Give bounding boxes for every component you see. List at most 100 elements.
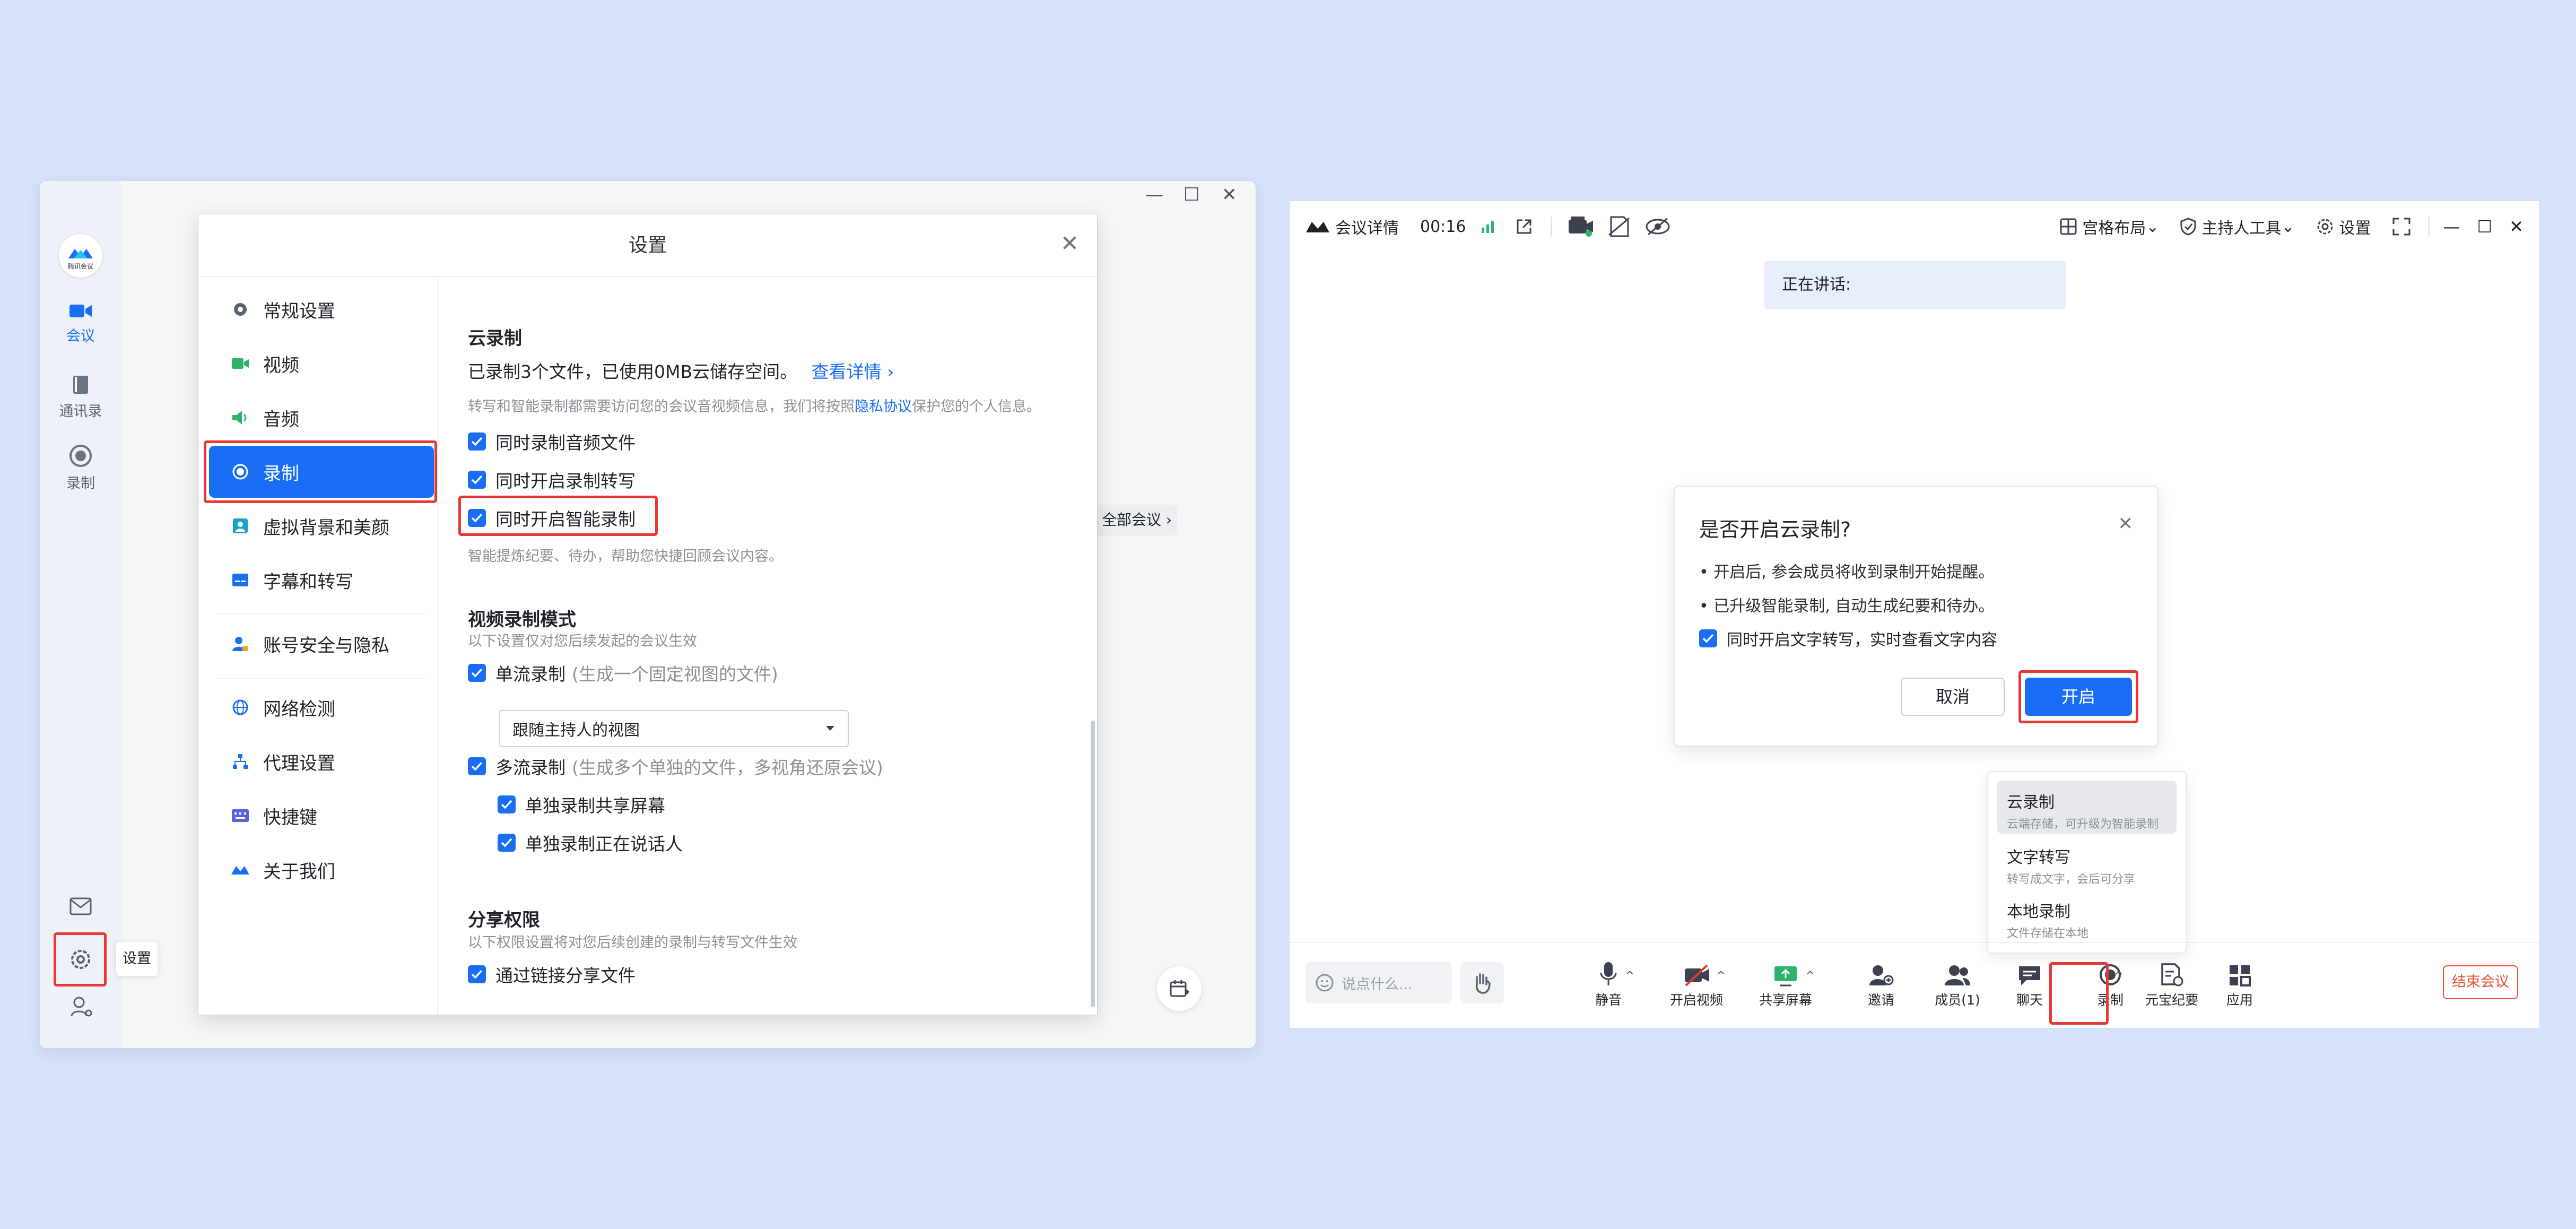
- checkbox-label: 单独录制正在说话人: [525, 834, 683, 854]
- menu-sub: 云端存储，可升级为智能录制: [2007, 818, 2159, 831]
- rail-label: 录制: [66, 475, 95, 492]
- menu-sub: 转写成文字，会后可分享: [2007, 873, 2136, 886]
- privacy-link[interactable]: 隐私协议: [855, 399, 912, 415]
- close-window-button[interactable]: ✕: [1222, 184, 1237, 205]
- invite-button[interactable]: 邀请: [1852, 960, 1910, 1009]
- user-gear-icon[interactable]: [69, 995, 93, 1018]
- tool-label: 共享屏幕: [1759, 992, 1812, 1008]
- nav-label: 虚拟背景和美颜: [263, 517, 389, 539]
- multi-stream-checkbox[interactable]: 多流录制 (生成多个单独的文件，多视角还原会议): [468, 754, 883, 779]
- fullscreen-icon[interactable]: [2392, 218, 2410, 236]
- chat-button[interactable]: 聊天: [2000, 960, 2059, 1009]
- start-video-button[interactable]: 开启视频: [1657, 960, 1736, 1009]
- settings-title: 设置: [628, 235, 667, 256]
- nav-label: 音频: [263, 409, 299, 430]
- notes-icon: [2132, 960, 2212, 986]
- record-speaker-checkbox[interactable]: 单独录制正在说话人: [498, 830, 683, 855]
- video-options-caret[interactable]: ^: [1716, 970, 1726, 983]
- meeting-settings-button[interactable]: 设置: [2316, 215, 2371, 238]
- signal-icon: [1481, 219, 1495, 234]
- checkbox-label: 单独录制共享屏幕: [525, 795, 665, 816]
- nav-shortcuts[interactable]: 快捷键: [209, 790, 434, 842]
- view-select-value: 跟随主持人的视图: [512, 721, 640, 740]
- rail-item-recordings[interactable]: 录制: [40, 444, 121, 492]
- record-options-caret[interactable]: ^: [2114, 970, 2124, 983]
- close-window-button[interactable]: ✕: [2509, 217, 2523, 237]
- transcript-off-icon[interactable]: [1608, 216, 1631, 237]
- menu-transcription[interactable]: 文字转写 转写成文字，会后可分享: [1997, 836, 2177, 889]
- notes-button[interactable]: 元宝纪要: [2132, 960, 2212, 1009]
- close-icon[interactable]: ✕: [2118, 513, 2134, 534]
- nav-network-check[interactable]: 网络检测: [209, 681, 434, 733]
- record-icon: [2081, 960, 2139, 986]
- meeting-details-button[interactable]: 会议详情: [1335, 215, 1399, 238]
- record-icon: [69, 444, 92, 468]
- members-icon: [1923, 960, 1992, 986]
- share-options-caret[interactable]: ^: [1805, 970, 1815, 983]
- nav-subtitles[interactable]: 字幕和转写: [209, 554, 434, 606]
- record-audio-checkbox[interactable]: 同时录制音频文件: [468, 429, 636, 454]
- eye-off-icon[interactable]: [1645, 217, 1670, 236]
- transcript-checkbox[interactable]: 同时开启文字转写，实时查看文字内容: [1699, 627, 1997, 650]
- checkbox-label: 通过链接分享文件: [495, 965, 636, 986]
- recording-status-icon[interactable]: [1568, 215, 1594, 238]
- nav-label: 账号安全与隐私: [263, 635, 389, 656]
- menu-cloud-recording[interactable]: 云录制 云端存储，可升级为智能录制: [1997, 781, 2177, 834]
- rail-item-contacts[interactable]: 通讯录: [40, 374, 121, 420]
- view-select[interactable]: 跟随主持人的视图: [499, 710, 849, 747]
- cloud-usage-text: 已录制3个文件，已使用0MB云储存空间。: [468, 361, 798, 382]
- confirm-start-button[interactable]: 开启: [2025, 678, 2132, 716]
- rail-item-meetings[interactable]: 会议: [40, 302, 121, 345]
- menu-local-recording[interactable]: 本地录制 文件存储在本地: [1997, 890, 2177, 943]
- settings-rail-button[interactable]: [68, 947, 93, 972]
- host-tools-button[interactable]: 主持人工具 ⌄: [2180, 215, 2295, 238]
- nav-recording[interactable]: 录制: [209, 446, 434, 498]
- nav-video[interactable]: 视频: [209, 337, 434, 390]
- minimize-button[interactable]: —: [1145, 184, 1163, 205]
- scrollbar[interactable]: [1091, 721, 1095, 1007]
- rail-label: 通讯录: [59, 403, 102, 420]
- view-details-link[interactable]: 查看详情 ›: [812, 361, 894, 382]
- close-icon[interactable]: ✕: [1060, 230, 1079, 256]
- grid-layout-button[interactable]: 宫格布局 ⌄: [2060, 215, 2159, 238]
- mute-button[interactable]: 静音: [1579, 960, 1638, 1009]
- maximize-button[interactable]: ☐: [2477, 217, 2493, 237]
- mail-icon[interactable]: [69, 897, 92, 915]
- members-button[interactable]: 成员(1): [1923, 960, 1992, 1009]
- nav-virtual-background[interactable]: 虚拟背景和美颜: [209, 500, 434, 552]
- cloud-recording-dialog: 是否开启云录制? ✕ • 开启后, 参会成员将收到录制开始提醒。 • 已升级智能…: [1674, 486, 2159, 747]
- chat-input[interactable]: 说点什么...: [1306, 962, 1452, 1003]
- mute-options-caret[interactable]: ^: [1625, 970, 1634, 983]
- end-meeting-button[interactable]: 结束会议: [2443, 965, 2518, 999]
- nav-label: 快捷键: [263, 807, 317, 828]
- record-transcript-checkbox[interactable]: 同时开启录制转写: [468, 467, 636, 492]
- nav-label: 常规设置: [263, 300, 335, 322]
- maximize-button[interactable]: ☐: [1183, 184, 1199, 205]
- cancel-button[interactable]: 取消: [1901, 678, 2005, 716]
- single-stream-checkbox[interactable]: 单流录制 (生成一个固定视图的文件): [468, 660, 778, 686]
- smart-recording-checkbox[interactable]: 同时开启智能录制: [468, 505, 636, 531]
- share-screen-button[interactable]: 共享屏幕: [1746, 960, 1825, 1009]
- raise-hand-button[interactable]: [1460, 962, 1504, 1003]
- tool-label: 应用: [2226, 992, 2253, 1008]
- menu-title: 本地录制: [2007, 903, 2070, 921]
- record-button[interactable]: 录制: [2081, 960, 2139, 1009]
- nav-account-security[interactable]: 账号安全与隐私: [209, 618, 434, 670]
- all-meetings-link[interactable]: 全部会议 ›: [1096, 505, 1178, 535]
- nav-proxy[interactable]: 代理设置: [209, 735, 434, 787]
- nav-audio[interactable]: 音频: [209, 392, 434, 444]
- nav-about[interactable]: 关于我们: [209, 844, 434, 896]
- nav-label: 网络检测: [263, 698, 335, 720]
- nav-label: 关于我们: [263, 861, 335, 882]
- nav-divider: [217, 613, 425, 614]
- nav-general[interactable]: 常规设置: [209, 283, 434, 335]
- share-link-checkbox[interactable]: 通过链接分享文件: [468, 962, 636, 987]
- calendar-add-icon[interactable]: [1157, 966, 1202, 1011]
- apps-button[interactable]: 应用: [2211, 960, 2269, 1009]
- minimize-button[interactable]: —: [2443, 217, 2460, 237]
- checked-icon: [468, 757, 486, 775]
- record-shared-screen-checkbox[interactable]: 单独录制共享屏幕: [498, 792, 665, 817]
- invite-icon: [1852, 960, 1910, 986]
- external-link-icon[interactable]: [1516, 218, 1533, 235]
- meeting-app-window: 腾讯会议 会议 通讯录 录制 设置 — ☐ ✕ 全部会议 › 设置 ✕ 常规设置…: [39, 180, 1256, 1049]
